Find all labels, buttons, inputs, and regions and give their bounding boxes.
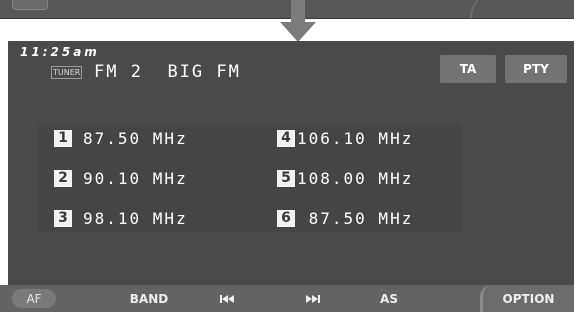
preset-1[interactable]: 1 87.50 MHz (54, 127, 188, 149)
station-info: FM 2 BIG FM (94, 62, 241, 82)
band-label: FM 2 (94, 62, 143, 82)
preset-number: 6 (277, 209, 295, 227)
preset-number: 2 (54, 169, 72, 187)
band-button[interactable]: BAND (124, 285, 174, 312)
preset-frequency: 87.50 MHz (83, 128, 188, 148)
radio-screen: 11:25am TUNER FM 2 BIG FM TA PTY 1 87.50 … (8, 41, 574, 312)
preset-number: 4 (277, 129, 295, 147)
preset-2[interactable]: 2 90.10 MHz (54, 167, 188, 189)
skip-previous-button[interactable] (212, 285, 242, 312)
ta-button[interactable]: TA (440, 55, 496, 83)
preset-frequency: 90.10 MHz (83, 168, 188, 188)
source-label: TUNER (51, 66, 83, 79)
bottom-bar: AF BAND AS OPTION (0, 285, 574, 312)
preset-number: 5 (277, 169, 295, 187)
af-button[interactable]: AF (12, 289, 56, 308)
preset-4[interactable]: 4 106.10 MHz (277, 127, 413, 149)
previous-screen-tab (12, 0, 48, 10)
preset-frequency: 87.50 MHz (297, 208, 414, 228)
down-arrow-icon (280, 0, 316, 42)
preset-number: 1 (54, 129, 72, 147)
preset-3[interactable]: 3 98.10 MHz (54, 207, 188, 229)
preset-frequency: 106.10 MHz (297, 128, 414, 148)
clock: 11:25am (20, 45, 100, 59)
preset-frequency: 98.10 MHz (83, 208, 188, 228)
preset-number: 3 (54, 209, 72, 227)
preset-5[interactable]: 5 108.00 MHz (277, 167, 413, 189)
skip-next-icon (306, 294, 320, 303)
as-button[interactable]: AS (374, 285, 404, 312)
preset-frequency: 108.00 MHz (297, 168, 414, 188)
skip-previous-icon (220, 294, 234, 303)
previous-screen-curve (470, 0, 512, 18)
option-button[interactable]: OPTION (480, 285, 574, 312)
station-name: BIG FM (167, 62, 241, 82)
skip-next-button[interactable] (298, 285, 328, 312)
preset-6[interactable]: 6 87.50 MHz (277, 207, 413, 229)
pty-button[interactable]: PTY (505, 55, 567, 83)
preset-grid: 1 87.50 MHz 2 90.10 MHz 3 98.10 MHz 4 106.10… (38, 123, 462, 233)
